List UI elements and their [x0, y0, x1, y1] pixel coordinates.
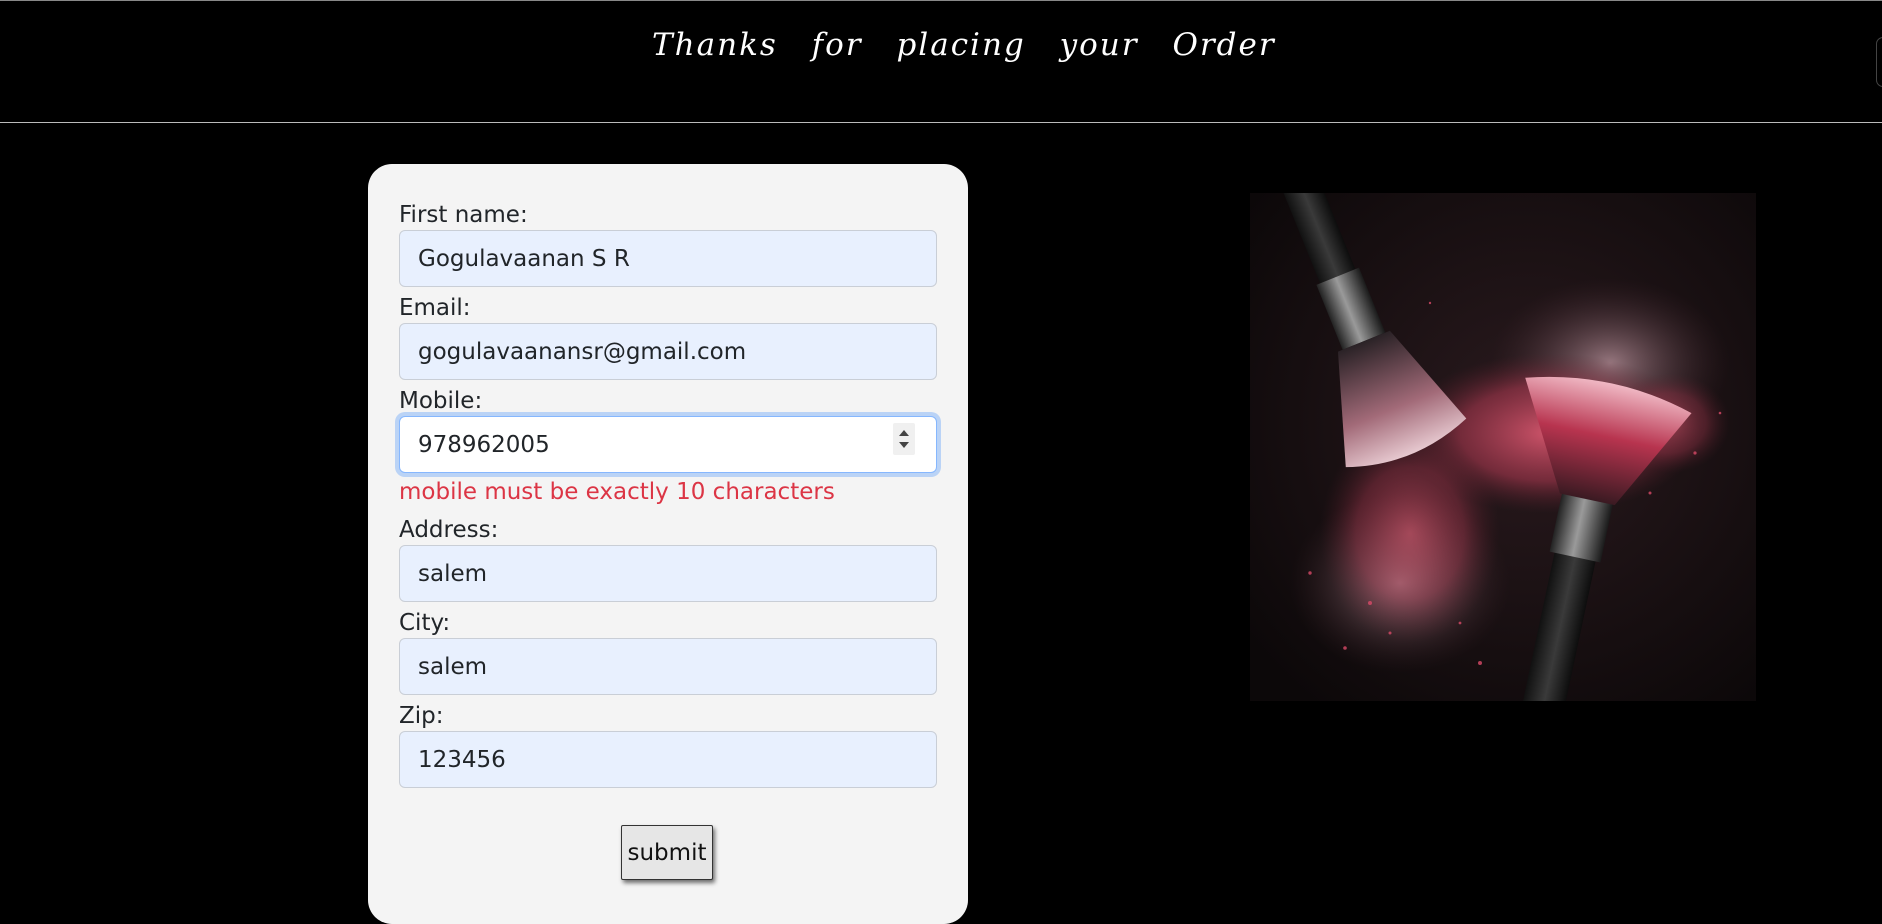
city-field[interactable]: [399, 638, 937, 695]
chevron-up-icon[interactable]: [899, 430, 909, 436]
email-label: Email:: [399, 295, 471, 321]
page-title: Thanks for placing your Order: [652, 27, 1276, 63]
first-name-field[interactable]: [399, 230, 937, 287]
chevron-down-icon[interactable]: [899, 442, 909, 448]
mobile-stepper[interactable]: [893, 423, 915, 455]
address-label: Address:: [399, 517, 499, 543]
mobile-label: Mobile:: [399, 388, 483, 414]
scroll-edge-handle[interactable]: [1876, 37, 1882, 87]
zip-label: Zip:: [399, 703, 444, 729]
zip-field[interactable]: [399, 731, 937, 788]
mobile-field[interactable]: [399, 416, 937, 473]
first-name-label: First name:: [399, 202, 528, 228]
makeup-brushes-image: [1250, 193, 1756, 701]
address-field[interactable]: [399, 545, 937, 602]
city-label: City:: [399, 610, 451, 636]
page-header: Thanks for placing your Order: [0, 0, 1882, 123]
email-field[interactable]: [399, 323, 937, 380]
submit-button[interactable]: submit: [621, 825, 713, 880]
mobile-error-message: mobile must be exactly 10 characters: [399, 479, 835, 505]
order-form: First name: Email: Mobile: mobile must b…: [368, 164, 968, 924]
